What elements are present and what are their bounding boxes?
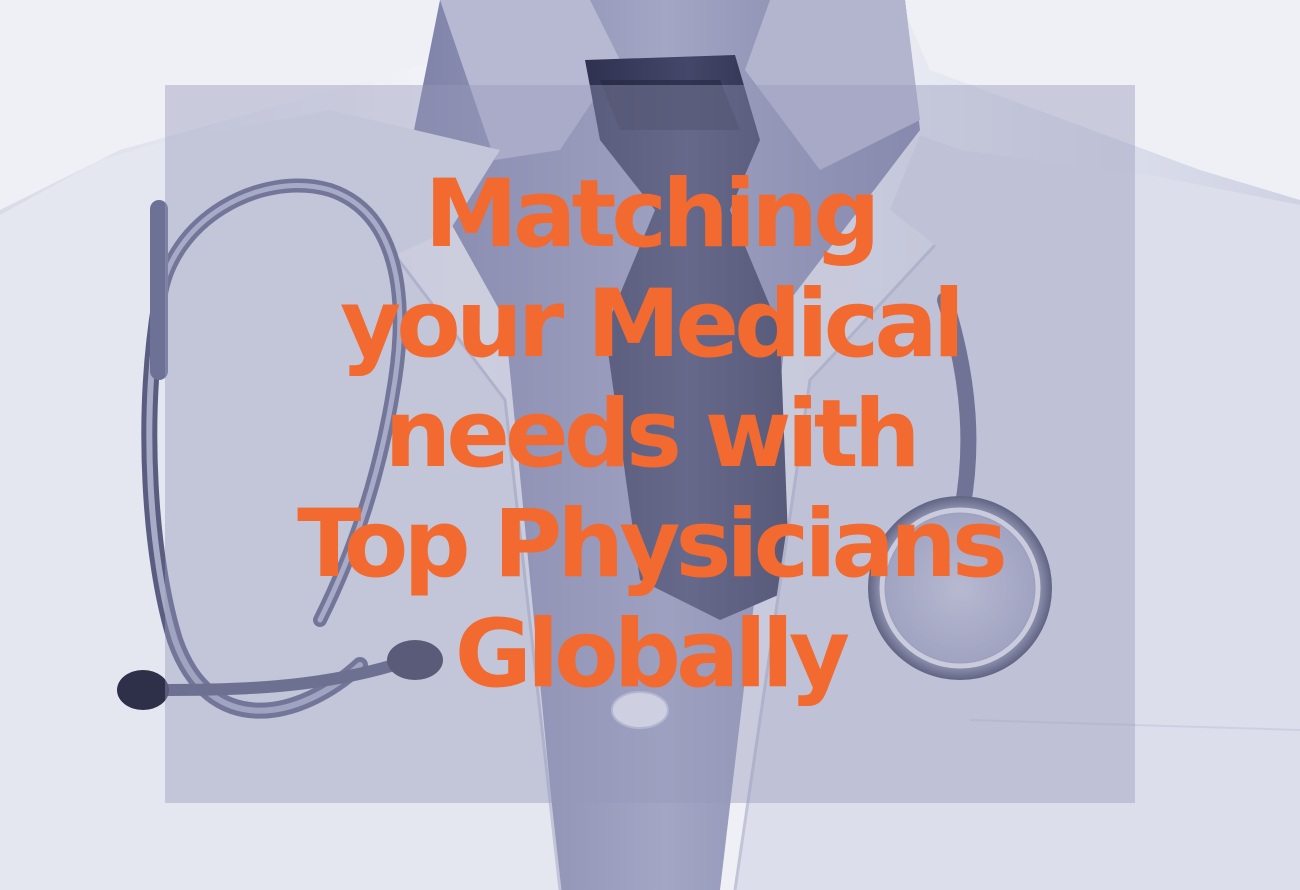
hero-headline: Matching your Medical needs with Top Phy… xyxy=(165,160,1135,710)
headline-line: Top Physicians xyxy=(297,490,1008,599)
headline-line: Matching xyxy=(424,160,881,269)
headline-line: Globally xyxy=(454,600,850,709)
stethoscope-earpiece-left xyxy=(117,670,169,710)
headline-line: your Medical xyxy=(339,270,965,379)
headline-line: needs with xyxy=(384,380,920,489)
